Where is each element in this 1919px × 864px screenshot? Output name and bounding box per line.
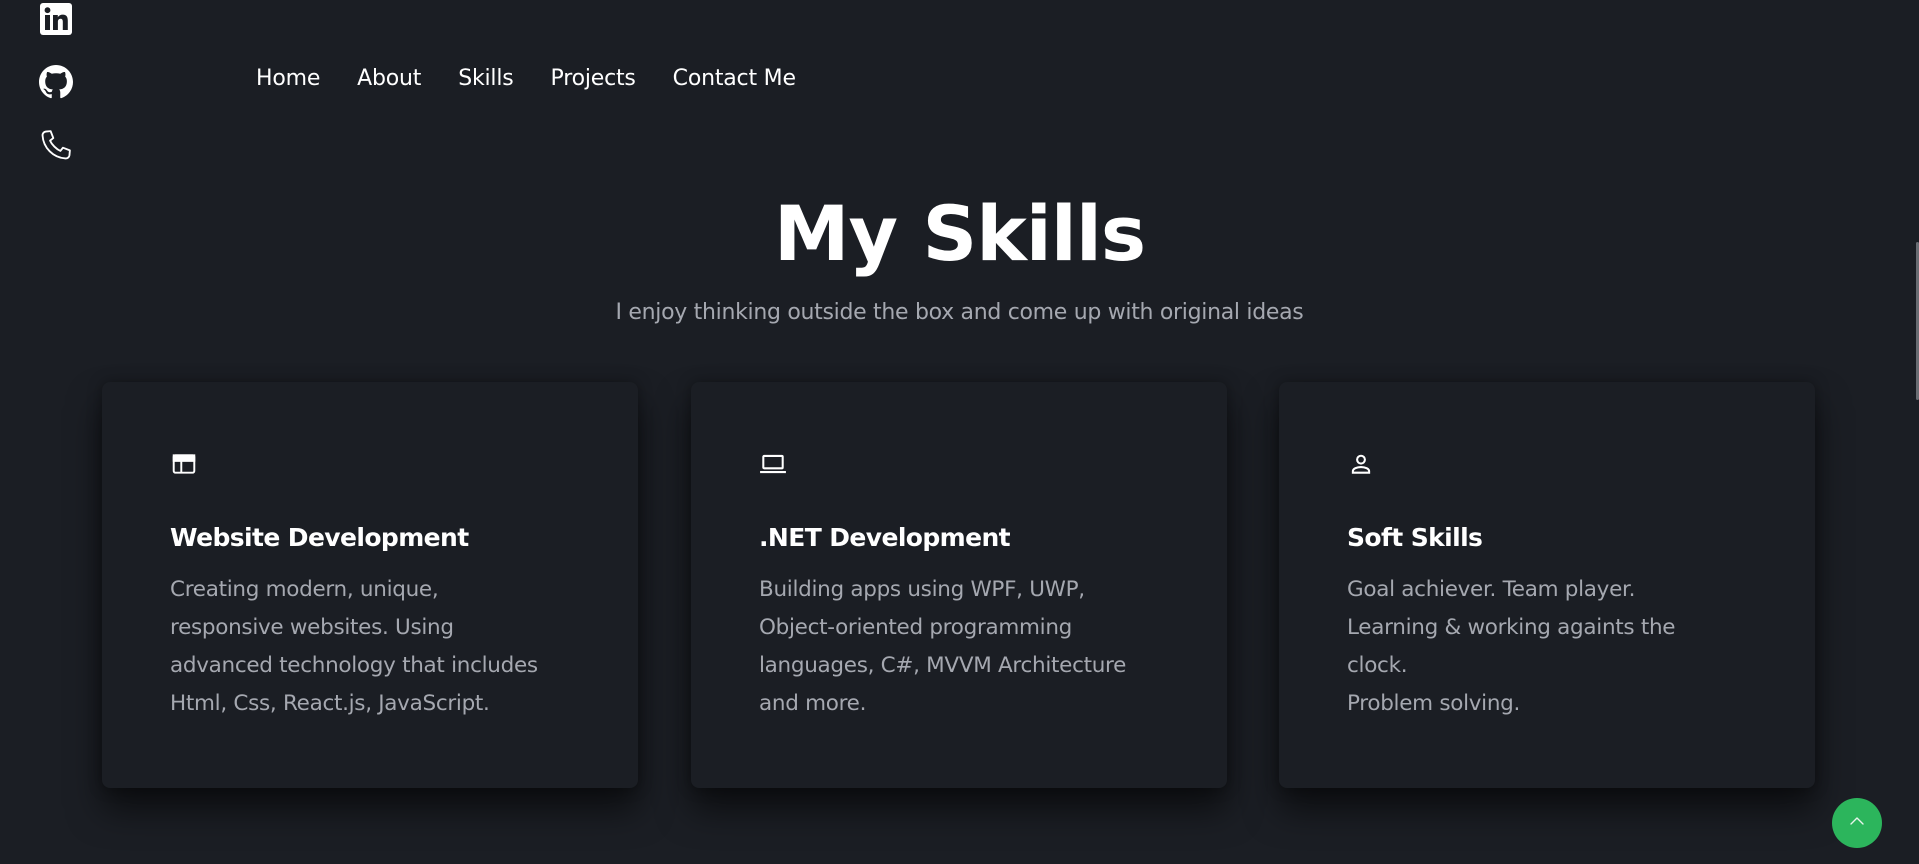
card-title: Soft Skills bbox=[1347, 523, 1483, 552]
nav-item-contact-me[interactable]: Contact Me bbox=[673, 66, 796, 91]
skill-card-dotnet-development: .NET Development Building apps using WPF… bbox=[691, 382, 1227, 788]
card-description-line: Building apps using WPF, UWP, bbox=[759, 577, 1085, 602]
laptop-icon bbox=[759, 450, 787, 478]
skill-card-soft-skills: Soft Skills Goal achiever. Team player. … bbox=[1279, 382, 1815, 788]
page: Home About Skills Projects Contact Me My… bbox=[0, 0, 1919, 864]
chevron-up-icon bbox=[1847, 811, 1867, 835]
card-description-line: and more. bbox=[759, 691, 867, 716]
github-icon bbox=[39, 65, 73, 99]
linkedin-link[interactable] bbox=[38, 1, 74, 37]
linkedin-icon bbox=[39, 2, 73, 36]
card-description-line: Html, Css, React.js, JavaScript. bbox=[170, 691, 490, 716]
back-to-top-button[interactable] bbox=[1832, 798, 1882, 848]
card-title: Website Development bbox=[170, 523, 469, 552]
browser-window-icon bbox=[170, 450, 198, 478]
card-description-line: Learning & working againts the bbox=[1347, 615, 1676, 640]
nav-item-skills[interactable]: Skills bbox=[458, 66, 514, 91]
card-description-line: Object-oriented programming bbox=[759, 615, 1073, 640]
skills-title: My Skills bbox=[773, 189, 1146, 278]
nav-item-about[interactable]: About bbox=[357, 66, 421, 91]
card-title: .NET Development bbox=[759, 523, 1011, 552]
main-nav: Home About Skills Projects Contact Me bbox=[256, 66, 833, 91]
skills-subtitle: I enjoy thinking outside the box and com… bbox=[615, 300, 1304, 325]
skill-card-website-development: Website Development Creating modern, uni… bbox=[102, 382, 638, 788]
card-description-line: clock. bbox=[1347, 653, 1408, 678]
card-description-line: advanced technology that includes bbox=[170, 653, 538, 678]
card-description: Building apps using WPF, UWP, Object-ori… bbox=[759, 571, 1179, 723]
nav-item-home[interactable]: Home bbox=[256, 66, 320, 91]
person-icon bbox=[1347, 450, 1375, 478]
phone-link[interactable] bbox=[38, 127, 74, 163]
github-link[interactable] bbox=[38, 64, 74, 100]
card-description-line: languages, C#, MVVM Architecture bbox=[759, 653, 1127, 678]
card-description-line: Creating modern, unique, bbox=[170, 577, 439, 602]
phone-icon bbox=[39, 128, 73, 162]
nav-item-projects[interactable]: Projects bbox=[551, 66, 636, 91]
card-description: Goal achiever. Team player. Learning & w… bbox=[1347, 571, 1767, 723]
card-description-line: Problem solving. bbox=[1347, 691, 1521, 716]
card-description-line: Goal achiever. Team player. bbox=[1347, 577, 1636, 602]
card-description-line: responsive websites. Using bbox=[170, 615, 454, 640]
card-description: Creating modern, unique, responsive webs… bbox=[170, 571, 590, 723]
